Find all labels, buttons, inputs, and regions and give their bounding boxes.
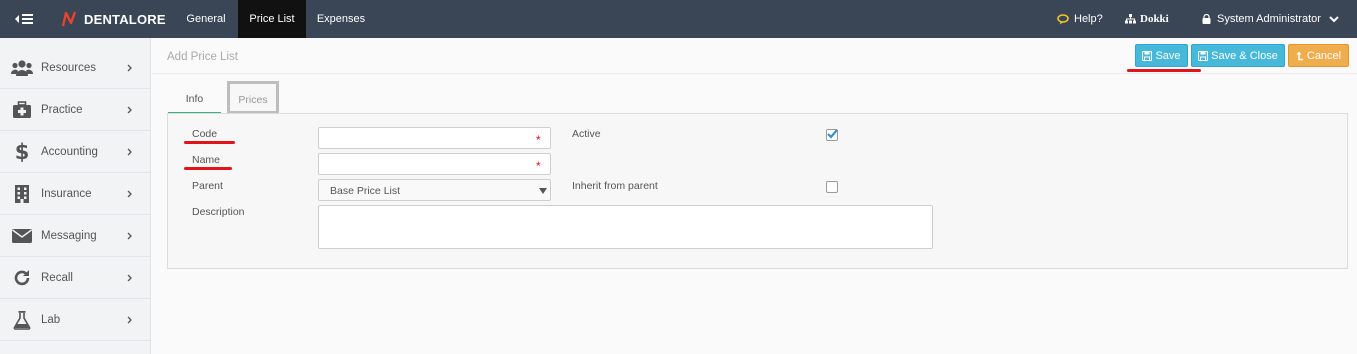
annotation-underline-name <box>184 167 232 170</box>
org-selector[interactable]: Dokki <box>1125 0 1169 38</box>
user-menu[interactable]: System Administrator <box>1202 0 1343 38</box>
building-icon <box>11 183 33 205</box>
parent-label: Parent <box>192 180 223 192</box>
sidebar-item-label: Recall <box>41 272 73 284</box>
cancel-label: Cancel <box>1306 49 1342 62</box>
save-button[interactable]: Save <box>1135 44 1188 67</box>
floppy-icon <box>1198 50 1209 61</box>
sidebar-item-resources[interactable]: Resources <box>0 48 150 89</box>
sidebar-item-lab[interactable]: Lab <box>0 300 150 341</box>
sidebar-item-messaging[interactable]: Messaging <box>0 216 150 257</box>
medkit-icon <box>11 99 33 121</box>
sitemap-icon <box>1125 14 1136 24</box>
name-input[interactable] <box>318 153 551 175</box>
chevron-right-icon <box>127 64 132 72</box>
active-checkbox[interactable] <box>826 129 838 141</box>
users-icon <box>11 57 33 79</box>
menu-toggle-icon[interactable] <box>14 11 36 27</box>
sidebar-item-recall[interactable]: Recall <box>0 258 150 299</box>
sidebar-item-practice[interactable]: Practice <box>0 90 150 131</box>
dollar-icon: $ <box>14 140 30 164</box>
name-required-marker: * <box>536 159 541 173</box>
code-required-marker: * <box>536 133 541 147</box>
nav-tab-price-list[interactable]: Price List <box>238 0 306 38</box>
chevron-right-icon <box>127 232 132 240</box>
description-textarea[interactable] <box>318 205 933 249</box>
chat-icon <box>1057 13 1069 24</box>
cancel-button[interactable]: Cancel <box>1288 44 1349 67</box>
org-label: Dokki <box>1140 13 1169 25</box>
sidebar-item-label: Messaging <box>41 230 97 242</box>
nav-tab-expenses[interactable]: Expenses <box>308 0 374 38</box>
save-and-close-label: Save & Close <box>1211 49 1278 62</box>
flask-icon <box>11 309 33 331</box>
logo-mark-icon <box>61 11 77 27</box>
chevron-right-icon <box>127 190 132 198</box>
app-logo[interactable]: DENTALORE <box>60 10 166 28</box>
top-bar: DENTALORE General Price List Expenses He… <box>0 0 1357 38</box>
sidebar-item-label: Lab <box>41 314 61 326</box>
sidebar-item-label: Accounting <box>41 146 98 158</box>
chevron-down-icon <box>1329 15 1339 22</box>
checkmark-icon <box>827 129 838 139</box>
inherit-checkbox[interactable] <box>826 181 838 193</box>
parent-selected-value: Base Price List <box>330 185 401 197</box>
inherit-label: Inherit from parent <box>572 180 658 192</box>
sidebar-item-label: Practice <box>41 104 83 116</box>
annotation-underline-code <box>184 141 235 144</box>
description-label: Description <box>192 206 245 218</box>
sidebar-item-insurance[interactable]: Insurance <box>0 174 150 215</box>
chevron-right-icon <box>127 106 132 114</box>
sidebar-item-accounting[interactable]: $ Accounting <box>0 132 150 173</box>
sidebar-item-label: Insurance <box>41 188 92 200</box>
code-input[interactable] <box>318 127 551 149</box>
name-label: Name <box>192 154 221 166</box>
save-label: Save <box>1155 49 1181 62</box>
tab-info[interactable]: Info <box>168 88 221 114</box>
active-label: Active <box>572 128 601 140</box>
page-title: Add Price List <box>167 51 238 63</box>
chevron-right-icon <box>127 274 132 282</box>
chevron-right-icon <box>127 148 132 156</box>
sidebar-item-label: Resources <box>41 62 96 74</box>
help-link[interactable]: Help? <box>1057 0 1103 38</box>
envelope-icon <box>11 225 33 247</box>
help-label: Help? <box>1074 13 1103 25</box>
save-and-close-button[interactable]: Save & Close <box>1191 44 1285 67</box>
parent-select[interactable]: Base Price List <box>318 179 551 201</box>
sidebar: Resources Practice $ Accounting Insuranc… <box>0 38 151 354</box>
header-divider <box>152 73 1357 74</box>
floppy-icon <box>1142 50 1153 61</box>
tab-prices[interactable]: Prices <box>227 81 279 114</box>
level-up-icon <box>1296 51 1303 60</box>
code-label: Code <box>192 128 218 140</box>
nav-tab-general[interactable]: General <box>176 0 236 38</box>
annotation-underline-save <box>1127 69 1201 72</box>
refresh-icon <box>11 267 33 289</box>
brand-name: DENTALORE <box>84 11 166 27</box>
lock-icon <box>1202 14 1211 24</box>
chevron-right-icon <box>127 316 132 324</box>
caret-down-icon <box>539 188 547 194</box>
user-label: System Administrator <box>1217 13 1321 25</box>
